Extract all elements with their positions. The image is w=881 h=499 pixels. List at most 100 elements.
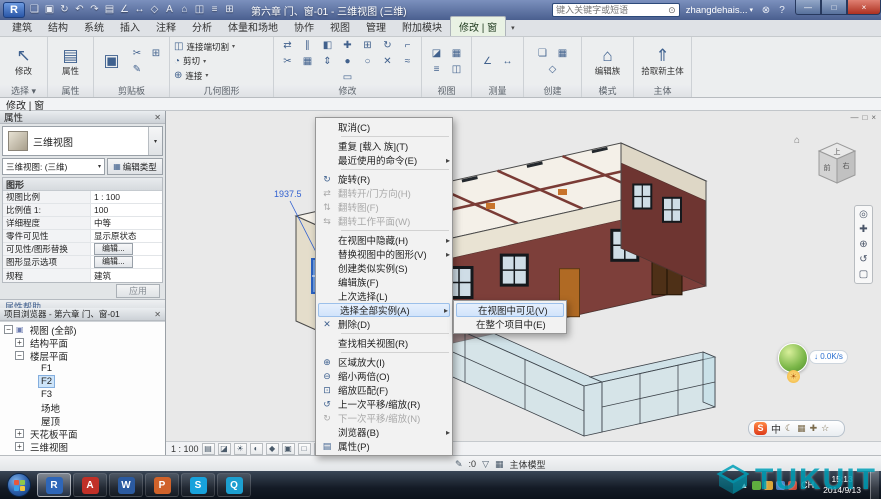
edit-family-button[interactable]: ⌂编辑族 (586, 46, 630, 76)
tree-expander-icon[interactable]: − (15, 351, 24, 360)
align-button[interactable]: ⇄ (278, 38, 297, 53)
ribbon-tab[interactable]: 管理 (358, 17, 394, 36)
language-indicator[interactable]: CH (801, 480, 814, 490)
menu-item[interactable]: ⇄翻转开/门方向(H) (316, 186, 452, 200)
tree-item[interactable]: F1 (0, 362, 165, 375)
steering-wheel-icon[interactable]: ◎ (859, 209, 868, 220)
cut-button[interactable]: ✂ (128, 46, 147, 61)
apply-button[interactable]: 应用 (116, 284, 160, 298)
measure-button[interactable]: ∠ (478, 54, 497, 69)
menu-item[interactable]: 编辑族(F) (316, 275, 452, 289)
menu-item[interactable]: 在视图中隐藏(H)▸ (316, 233, 452, 247)
copy-element-button[interactable]: ⊞ (358, 38, 377, 53)
tree-item[interactable]: +结构平面 (0, 336, 165, 349)
building-3d-model[interactable]: 1937.5 (166, 111, 881, 441)
taskbar-app-adobe-reader[interactable]: A (73, 473, 107, 497)
taskbar-app-word[interactable]: W (109, 473, 143, 497)
close-button[interactable]: × (847, 0, 881, 15)
ribbon-tab[interactable]: 结构 (40, 17, 76, 36)
edit-type-button[interactable]: ▦ 编辑类型 (107, 158, 163, 175)
update-tray-icon[interactable] (764, 481, 773, 490)
property-value[interactable]: 100 (91, 205, 162, 215)
zoom-icon[interactable]: ⊕ (859, 239, 867, 250)
restore-button[interactable]: □ (821, 0, 847, 15)
tree-expander-icon[interactable]: + (15, 338, 24, 347)
messenger-tray-icon[interactable] (788, 481, 797, 490)
display-button[interactable]: ≡ (427, 62, 446, 77)
taskbar-app-skype[interactable]: S (181, 473, 215, 497)
drawing-area[interactable]: 1937.5 — □ × (166, 111, 881, 455)
unpin-button[interactable]: ○ (358, 54, 377, 69)
chevron-down-icon[interactable]: ▾ (98, 163, 101, 170)
tree-expander-icon[interactable]: + (15, 429, 24, 438)
workset-label[interactable]: 主体模型 (510, 458, 546, 471)
create-group-button[interactable]: ❏ (533, 46, 552, 61)
view-close-icon[interactable]: × (871, 113, 876, 122)
crop-view-icon[interactable]: ▣ (282, 443, 295, 455)
pick-new-host-button[interactable]: ⇑拾取新主体 (641, 46, 685, 76)
search-icon[interactable]: ⊙ (668, 5, 676, 16)
rewind-icon[interactable]: ▢ (859, 269, 868, 280)
ribbon-tab[interactable]: 注释 (148, 17, 184, 36)
property-value[interactable]: 显示原状态 (91, 230, 162, 242)
menu-item[interactable]: 取消(C) (316, 120, 452, 134)
submenu-item[interactable]: 在视图中可见(V) (456, 303, 564, 317)
tree-item[interactable]: 屋顶 (0, 414, 165, 427)
menu-item[interactable]: ↺上一次平移/缩放(R) (316, 397, 452, 411)
property-value[interactable]: 建筑 (91, 270, 162, 282)
network-tray-icon[interactable] (776, 481, 785, 490)
ribbon-tab[interactable]: 体量和场地 (220, 17, 286, 36)
property-value[interactable]: 1 : 100 (91, 192, 162, 202)
menu-item[interactable]: ▤属性(P) (316, 439, 452, 453)
paint-button[interactable]: ≈ (398, 54, 417, 69)
hide-in-view-button[interactable]: ◪ (427, 46, 446, 61)
menu-item[interactable]: ⊡缩放匹配(F) (316, 383, 452, 397)
edit-button[interactable]: 编辑... (94, 256, 133, 268)
menu-item[interactable]: 上次选择(L) (316, 289, 452, 303)
menu-item[interactable]: 创建类似实例(S) (316, 261, 452, 275)
tree-item[interactable]: F3 (0, 388, 165, 401)
weather-sun-icon[interactable]: ☀ (787, 370, 800, 383)
sun-path-icon[interactable]: ☀ (234, 443, 247, 455)
tray-expand-icon[interactable]: ▲ (740, 481, 748, 490)
group-header-graphics[interactable]: 图形 (3, 178, 162, 191)
help-icon[interactable]: ? (775, 5, 789, 16)
keyboard-icon[interactable]: ▦ (797, 423, 806, 434)
taskbar-clock[interactable]: 15:13 2014/9/13 (823, 474, 861, 495)
modify-button[interactable]: ↖修改 (2, 46, 45, 76)
menu-item[interactable]: ↻旋转(R) (316, 172, 452, 186)
submenu-item[interactable]: 在整个项目中(E) (454, 317, 566, 331)
mirror-button[interactable]: ◧ (318, 38, 337, 53)
tree-expander-icon[interactable]: + (15, 442, 24, 451)
rotate-button[interactable]: ↻ (378, 38, 397, 53)
sogou-logo-icon[interactable]: S (754, 422, 767, 435)
tree-item[interactable]: −▣视图 (全部) (0, 323, 165, 336)
property-value[interactable]: 编辑... (91, 256, 162, 268)
copy-button[interactable]: ⊞ (147, 46, 166, 61)
property-value[interactable]: 中等 (91, 217, 162, 229)
antivirus-tray-icon[interactable] (752, 481, 761, 490)
shadows-icon[interactable]: ◐ (250, 443, 263, 455)
menu-item[interactable]: 选择全部实例(A)▸ (318, 303, 450, 317)
join-geometry-button[interactable]: ⊕连接▾ (174, 69, 208, 83)
menu-item[interactable]: ⇅翻转图(F) (316, 200, 452, 214)
split-button[interactable]: ✂ (278, 54, 297, 69)
trim-button[interactable]: ⌐ (398, 38, 417, 53)
cope-button[interactable]: ◫连接端切割▾ (174, 40, 235, 54)
tree-item[interactable]: 场地 (0, 401, 165, 414)
scale-button[interactable]: ⇕ (318, 54, 337, 69)
array-button[interactable]: ▦ (298, 54, 317, 69)
isolate-button[interactable]: ▦ (447, 46, 466, 61)
taskbar-app-revit[interactable]: R (37, 473, 71, 497)
view-instance-combo[interactable]: 三维视图: (三维) ▾ (2, 158, 105, 175)
tree-item[interactable]: +天花板平面 (0, 427, 165, 440)
view-minimize-icon[interactable]: — (850, 113, 858, 122)
match-type-button[interactable]: ✎ (128, 62, 147, 77)
chevron-down-icon[interactable]: ▾ (148, 127, 162, 155)
application-menu-button[interactable]: R (3, 2, 25, 18)
project-browser-header[interactable]: 项目浏览器 - 第六章 门、窗-01 ✕ (0, 308, 165, 321)
view-scale-label[interactable]: 1 : 100 (171, 444, 199, 454)
tree-item[interactable]: F2 (0, 375, 165, 388)
exchange-apps-icon[interactable]: ⊗ (759, 5, 773, 16)
menu-item[interactable]: ⊕区域放大(I) (316, 355, 452, 369)
